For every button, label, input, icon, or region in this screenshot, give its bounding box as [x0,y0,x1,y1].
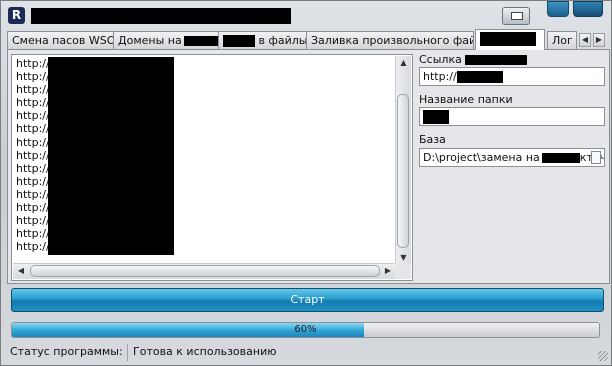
tab-upload-arbitrary-file[interactable]: Заливка произвольного файла [306,31,474,49]
url-line: http:// [16,174,50,188]
tab-log[interactable]: Лог [547,31,577,49]
title-bar: R [1,1,612,31]
tab-scroll-right-icon[interactable]: ▶ [593,33,605,47]
horizontal-scrollbar[interactable]: ◀ ▶ [13,263,396,279]
file-browse-icon[interactable] [591,151,601,164]
url-line: http:// [16,70,50,84]
folder-name-input[interactable] [419,107,605,126]
tab-to-files[interactable]: в файлы [218,31,308,49]
restore-icon [511,12,523,20]
redacted-urls [48,57,174,255]
url-line: http:// [16,122,50,136]
progress-label: 60% [294,324,317,335]
url-line: http:// [16,240,50,254]
link-value: http:// [423,70,457,83]
tab-label: Домены на [118,34,182,47]
tab-strip: Смена пасов WSO Домены на в файлы Заливк… [7,29,611,50]
tab-label: Лог [552,34,573,47]
redacted-text [423,110,449,124]
tab-label: в файлы [255,34,308,47]
url-lines: http:// http:// http:// http:// http:// … [16,57,50,253]
url-line: http:// [16,83,50,97]
redacted-text [541,153,580,163]
scroll-right-icon[interactable]: ▶ [382,265,394,277]
window-title-redacted [31,8,291,24]
url-line: http:// [16,227,50,241]
url-line: http:// [16,187,50,201]
main-window: R Смена пасов WSO Домены на в файлы Зали… [0,0,612,366]
redacted-text [456,71,503,83]
url-line: http:// [16,148,50,162]
base-path-input[interactable]: D:\project\замена нактач [419,148,605,167]
base-label: База [419,133,446,146]
close-button[interactable] [573,1,603,17]
url-line: http:// [16,109,50,123]
tab-scroll-left-icon[interactable]: ◀ [579,33,591,47]
redacted-text [183,36,218,46]
tab-active[interactable] [475,29,545,50]
vertical-scrollbar[interactable]: ▲ ▼ [395,56,411,265]
scroll-left-icon[interactable]: ◀ [15,265,27,277]
progress-bar: 60% [11,322,600,338]
tab-label: Заливка произвольного файла [311,34,474,47]
minimize-button[interactable] [547,1,569,17]
scroll-up-icon[interactable]: ▲ [398,57,409,69]
url-line: http:// [16,201,50,215]
link-input[interactable]: http:// [419,67,605,86]
start-button[interactable]: Старт [11,288,604,312]
url-line: http:// [16,57,50,70]
url-line: http:// [16,96,50,110]
status-label: Статус программы: [10,345,123,358]
resize-grip-icon[interactable] [598,351,608,361]
redacted-text [465,55,528,65]
tab-domains[interactable]: Домены на [113,31,219,49]
redacted-text [480,32,536,46]
redacted-text [223,35,255,47]
tab-label: Смена пасов WSO [12,34,114,47]
link-label-text: Ссылка [419,53,462,66]
app-r-icon: R [8,7,25,24]
url-line: http:// [16,214,50,228]
vertical-scroll-thumb[interactable] [397,94,409,248]
status-value: Готова к использованию [133,345,277,358]
status-bar: Статус программы: Готова к использованию [7,342,610,363]
tab-password-change[interactable]: Смена пасов WSO [7,31,114,49]
link-label: Ссылка [419,53,528,66]
base-path-prefix: D:\project\замена на [423,151,540,164]
url-line: http:// [16,135,50,149]
status-separator [127,344,128,361]
url-line: http:// [16,161,50,175]
url-list-textarea[interactable]: http:// http:// http:// http:// http:// … [11,54,413,281]
restore-button[interactable] [502,7,530,25]
horizontal-scroll-thumb[interactable] [30,265,380,277]
scroll-corner [395,263,411,279]
folder-name-label: Название папки [419,93,513,106]
